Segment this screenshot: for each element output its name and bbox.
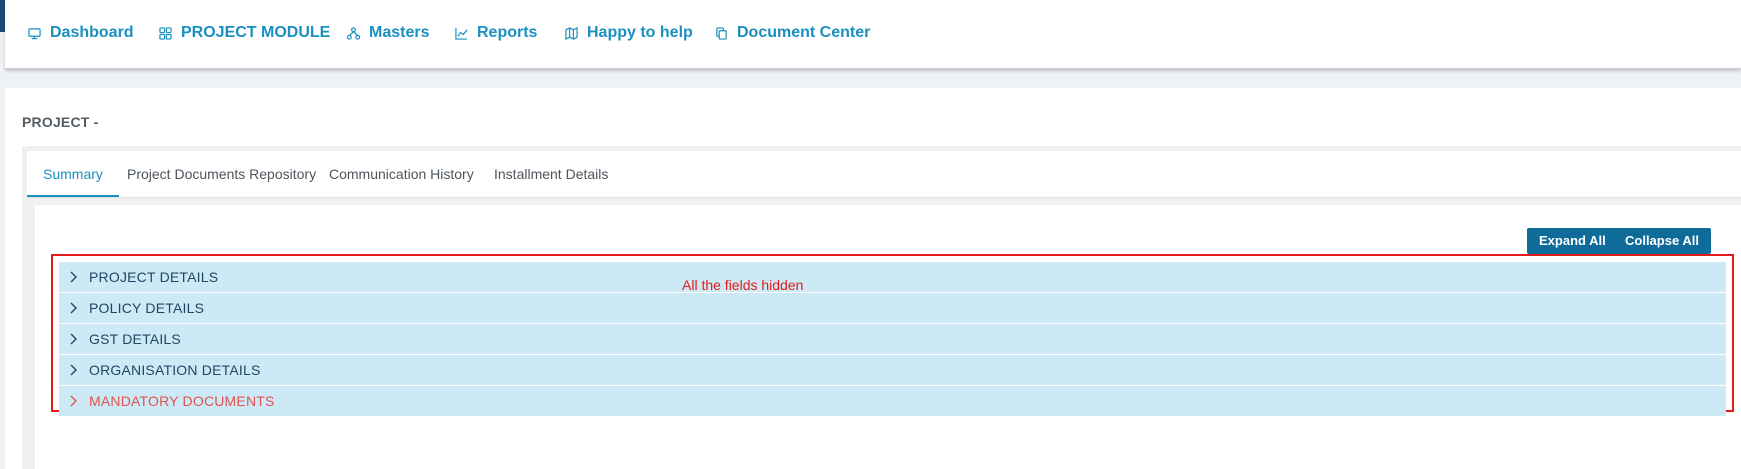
nav-reports[interactable]: Reports	[455, 22, 537, 44]
top-navigation: Dashboard PROJECT MODULE Masters Reports…	[5, 0, 1741, 69]
main-content: PROJECT - Summary Project Documents Repo…	[5, 88, 1741, 469]
section-label: ORGANISATION DETAILS	[89, 362, 261, 378]
map-icon	[565, 26, 578, 40]
nav-happy-to-help[interactable]: Happy to help	[565, 22, 693, 44]
nav-project-module[interactable]: PROJECT MODULE	[159, 22, 330, 44]
nav-dashboard-label: Dashboard	[50, 24, 134, 41]
collapse-all-button[interactable]: Collapse All	[1613, 228, 1711, 254]
chevron-right-icon	[70, 395, 77, 407]
chevron-right-icon	[70, 271, 77, 283]
section-project-details[interactable]: PROJECT DETAILS	[59, 262, 1726, 292]
expand-all-button[interactable]: Expand All	[1527, 228, 1618, 254]
summary-card: Expand All Collapse All PROJECT DETAILS …	[35, 205, 1741, 469]
annotation-note: All the fields hidden	[682, 277, 804, 293]
tab-project-documents-repository[interactable]: Project Documents Repository	[111, 151, 332, 197]
nav-masters-label: Masters	[369, 24, 430, 41]
nav-dashboard[interactable]: Dashboard	[28, 22, 134, 44]
nav-project-module-label: PROJECT MODULE	[181, 24, 331, 41]
line-chart-icon	[455, 27, 468, 40]
nav-masters[interactable]: Masters	[347, 22, 429, 44]
chevron-right-icon	[70, 302, 77, 314]
section-label: MANDATORY DOCUMENTS	[89, 393, 275, 409]
section-mandatory-documents[interactable]: MANDATORY DOCUMENTS	[59, 386, 1726, 416]
grid-icon	[159, 26, 172, 40]
copy-icon	[716, 26, 727, 40]
tab-communication-history[interactable]: Communication History	[313, 151, 490, 197]
tab-strip: Summary Project Documents Repository Com…	[27, 151, 1741, 198]
chevron-right-icon	[70, 333, 77, 345]
page-title: PROJECT -	[22, 114, 99, 130]
nav-happy-to-help-label: Happy to help	[587, 24, 693, 41]
section-label: POLICY DETAILS	[89, 300, 205, 316]
section-policy-details[interactable]: POLICY DETAILS	[59, 293, 1726, 323]
nav-reports-label: Reports	[477, 24, 538, 41]
section-label: GST DETAILS	[89, 331, 181, 347]
tabs-panel: Summary Project Documents Repository Com…	[22, 146, 1741, 469]
tab-summary[interactable]: Summary	[27, 151, 119, 197]
nav-document-center[interactable]: Document Center	[715, 22, 870, 44]
chevron-right-icon	[70, 364, 77, 376]
tab-installment-details[interactable]: Installment Details	[478, 151, 624, 197]
nav-document-center-label: Document Center	[737, 24, 871, 41]
section-label: PROJECT DETAILS	[89, 269, 219, 285]
annotation-frame: PROJECT DETAILS POLICY DETAILS GST DETAI…	[51, 254, 1734, 416]
monitor-icon	[28, 27, 41, 39]
section-gst-details[interactable]: GST DETAILS	[59, 324, 1726, 354]
section-organisation-details[interactable]: ORGANISATION DETAILS	[59, 355, 1726, 385]
sitemap-icon	[347, 26, 360, 40]
